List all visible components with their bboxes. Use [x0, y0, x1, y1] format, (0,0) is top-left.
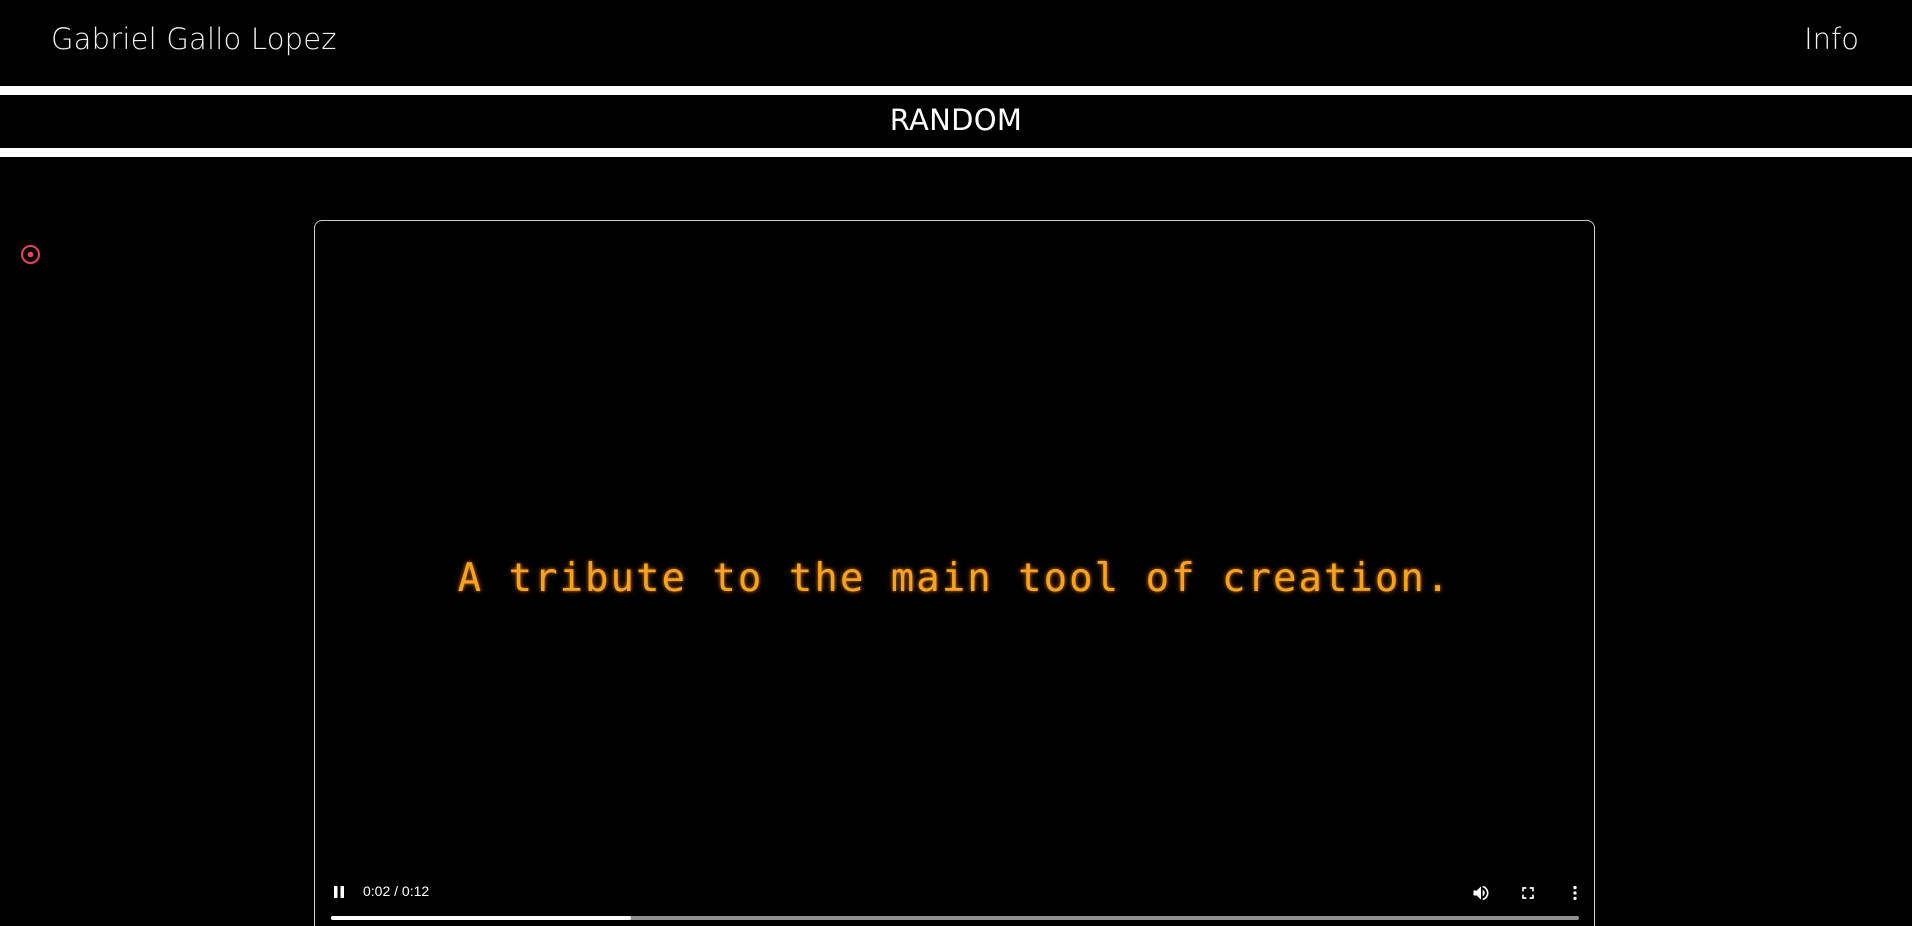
- video-time-display: 0:02 / 0:12: [363, 883, 430, 899]
- video-progress-fill: [331, 916, 631, 920]
- video-player[interactable]: A tribute to the main tool of creation. …: [314, 220, 1595, 926]
- video-caption: A tribute to the main tool of creation.: [457, 556, 1452, 601]
- more-options-icon[interactable]: [1565, 883, 1585, 903]
- section-title: RANDOM: [889, 103, 1023, 137]
- bottom-divider: [0, 148, 1912, 157]
- info-link[interactable]: Info: [1804, 22, 1859, 56]
- pause-icon[interactable]: [331, 884, 347, 900]
- volume-icon[interactable]: [1471, 883, 1491, 903]
- page: Gabriel Gallo Lopez Info RANDOM A tribut…: [0, 0, 1912, 926]
- target-icon[interactable]: [20, 244, 41, 265]
- video-progress-bar[interactable]: [331, 916, 1579, 920]
- top-divider: [0, 86, 1912, 95]
- site-title-link[interactable]: Gabriel Gallo Lopez: [51, 22, 337, 56]
- fullscreen-icon[interactable]: [1518, 883, 1538, 903]
